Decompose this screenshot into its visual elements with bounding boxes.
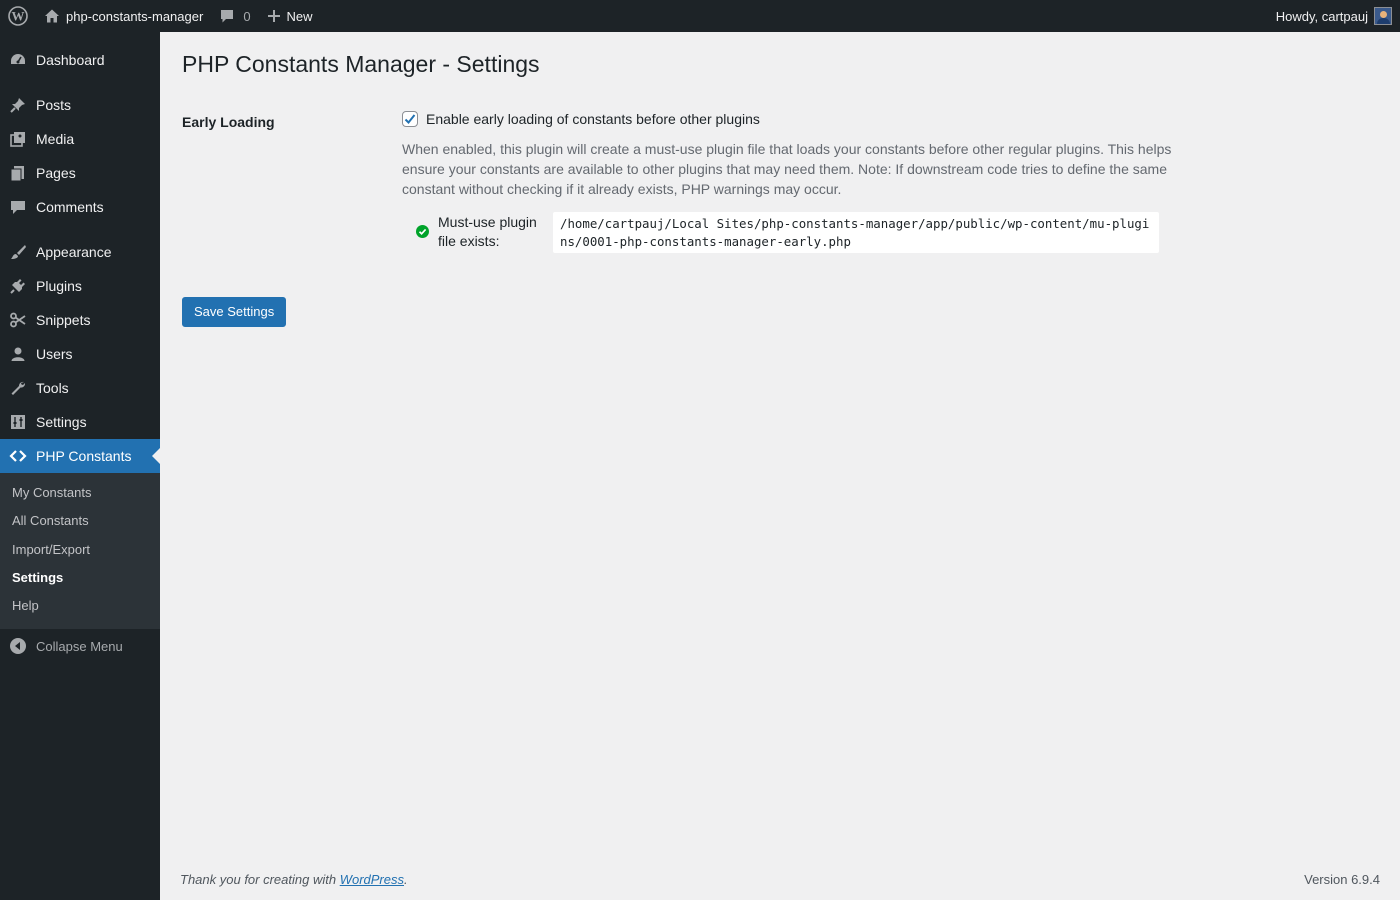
- admin-bar: W php-constants-manager 0 New Howdy, car…: [0, 0, 1400, 32]
- sidebar-item-label: Plugins: [36, 278, 82, 294]
- site-name-link[interactable]: php-constants-manager: [36, 0, 211, 32]
- footer-thanks: Thank you for creating with WordPress.: [180, 872, 408, 887]
- sidebar-item-comments[interactable]: Comments: [0, 190, 160, 224]
- comment-icon: [8, 197, 28, 217]
- pages-icon: [8, 163, 28, 183]
- collapse-menu-button[interactable]: Collapse Menu: [0, 629, 160, 663]
- sidebar-item-label: Posts: [36, 97, 72, 113]
- collapse-label: Collapse Menu: [36, 638, 123, 654]
- collapse-arrow-icon: [8, 636, 28, 656]
- footer-thanks-suffix: .: [404, 872, 408, 887]
- sidebar-item-users[interactable]: Users: [0, 337, 160, 371]
- sidebar-item-label: Dashboard: [36, 52, 105, 68]
- php-constants-submenu: My Constants All Constants Import/Export…: [0, 473, 160, 630]
- home-icon: [44, 8, 60, 24]
- page-title: PHP Constants Manager - Settings: [182, 51, 540, 77]
- howdy-text: Howdy, cartpauj: [1275, 8, 1368, 24]
- comments-link[interactable]: 0: [211, 0, 258, 32]
- sidebar-item-dashboard[interactable]: Dashboard: [0, 43, 160, 77]
- svg-text:W: W: [12, 9, 25, 24]
- footer-version: Version 6.9.4: [1304, 872, 1380, 887]
- brush-icon: [8, 242, 28, 262]
- sidebar-item-label: Snippets: [36, 312, 91, 328]
- code-icon: [8, 446, 28, 466]
- status-label: Must-use plugin file exists:: [438, 214, 537, 249]
- sidebar-item-posts[interactable]: Posts: [0, 88, 160, 122]
- early-loading-description: When enabled, this plugin will create a …: [402, 141, 1172, 197]
- sidebar-item-tools[interactable]: Tools: [0, 371, 160, 405]
- scissors-icon: [8, 310, 28, 330]
- new-content-link[interactable]: New: [259, 0, 321, 32]
- comment-bubble-icon: [219, 8, 235, 24]
- sidebar-item-label: Comments: [36, 199, 104, 215]
- sidebar-item-label: Pages: [36, 165, 76, 181]
- sidebar-item-label: Users: [36, 346, 73, 362]
- user-icon: [8, 344, 28, 364]
- site-name: php-constants-manager: [66, 8, 204, 24]
- wordpress-link[interactable]: WordPress: [340, 872, 404, 887]
- early-loading-label: Early Loading: [182, 114, 275, 130]
- sidebar-item-plugins[interactable]: Plugins: [0, 269, 160, 303]
- success-check-icon: [416, 225, 429, 238]
- sidebar-item-label: Media: [36, 131, 75, 147]
- early-loading-checkbox[interactable]: [402, 111, 418, 127]
- submenu-my-constants[interactable]: My Constants: [0, 480, 160, 508]
- checkbox-label: Enable early loading of constants before…: [426, 111, 760, 127]
- media-icon: [8, 129, 28, 149]
- sidebar-item-pages[interactable]: Pages: [0, 156, 160, 190]
- submenu-all-constants[interactable]: All Constants: [0, 508, 160, 536]
- sidebar-item-appearance[interactable]: Appearance: [0, 235, 160, 269]
- sidebar-item-label: Tools: [36, 380, 69, 396]
- sliders-icon: [8, 412, 28, 432]
- my-account-link[interactable]: Howdy, cartpauj: [1268, 0, 1400, 32]
- main-content: PHP Constants Manager - Settings Early L…: [160, 32, 1400, 900]
- save-settings-button[interactable]: Save Settings: [182, 297, 287, 327]
- early-loading-field: Enable early loading of constants before…: [402, 111, 1192, 253]
- submenu-settings[interactable]: Settings: [0, 565, 160, 593]
- submenu-import-export[interactable]: Import/Export: [0, 537, 160, 565]
- sidebar-item-php-constants[interactable]: PHP Constants: [0, 439, 160, 473]
- checkmark-icon: [404, 114, 416, 124]
- sidebar-item-media[interactable]: Media: [0, 122, 160, 156]
- dashboard-icon: [8, 50, 28, 70]
- submenu-help[interactable]: Help: [0, 593, 160, 621]
- sidebar-item-label: PHP Constants: [36, 448, 132, 464]
- mu-plugin-file-path: /home/cartpauj/Local Sites/php-constants…: [553, 212, 1159, 253]
- sidebar-item-settings[interactable]: Settings: [0, 405, 160, 439]
- plug-icon: [8, 276, 28, 296]
- sidebar-item-label: Appearance: [36, 244, 112, 260]
- sidebar-item-label: Settings: [36, 414, 87, 430]
- plus-icon: [267, 9, 281, 23]
- mu-plugin-status: Must-use plugin file exists: /home/cartp…: [416, 212, 1192, 253]
- new-label: New: [286, 8, 313, 24]
- comments-count: 0: [243, 8, 251, 24]
- sidebar-item-snippets[interactable]: Snippets: [0, 303, 160, 337]
- early-loading-checkbox-row[interactable]: Enable early loading of constants before…: [402, 111, 1192, 127]
- admin-sidebar: Dashboard Posts Media Pages Comments App…: [0, 32, 160, 900]
- pin-icon: [8, 95, 28, 115]
- avatar: [1374, 7, 1392, 25]
- footer-thanks-prefix: Thank you for creating with: [180, 872, 340, 887]
- wordpress-logo-icon[interactable]: W: [0, 0, 36, 32]
- wrench-icon: [8, 378, 28, 398]
